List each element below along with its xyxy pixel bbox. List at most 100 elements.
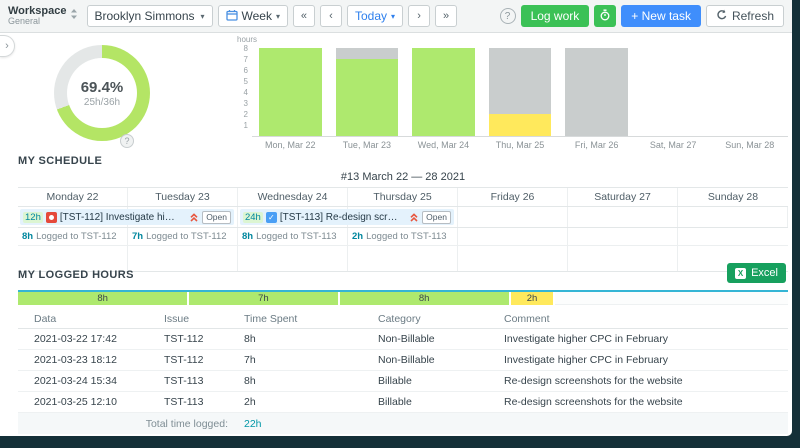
task-title: [TST-112] Investigate higher CPC in Febr… [59,211,179,223]
excel-export-button[interactable]: Excel [727,263,786,283]
bar-day-0 [259,48,322,136]
logged-cell [458,228,568,245]
bar-segment [335,48,399,59]
nav-next-button[interactable]: › [408,5,431,27]
day-header: Monday 22 [18,188,128,206]
hours-bar: 8h 7h 8h 2h [18,292,789,305]
cell-category: Billable [378,375,412,387]
refresh-button[interactable]: Refresh [705,5,784,27]
task-bar-tst-113[interactable]: 24h [TST-113] Re-design screenshots for … [239,209,454,225]
task-estimate: 24h [242,211,263,223]
chart-plot: 1 2 3 4 5 6 7 8 [236,44,788,137]
priority-highest-icon [189,212,199,223]
logged-hours: 7h [132,231,144,242]
day-header: Friday 26 [458,188,568,206]
workspace-selector[interactable]: Workspace General [8,5,78,27]
table-footer-row: Total time logged: 22h [18,413,788,434]
logged-cell [678,228,788,245]
x-tick-label: Wed, Mar 24 [417,140,470,150]
day-header-row: Monday 22 Tuesday 23 Wednesday 24 Thursd… [18,188,788,206]
hours-segment-0: 8h [18,292,188,305]
chevron-down-icon: ▾ [391,11,396,21]
logged-hours-heading: MY LOGGED HOURS [18,269,134,281]
new-task-button[interactable]: + New task [621,5,701,27]
hours-progress-bar: 8h 7h 8h 2h [18,290,789,305]
task-check-icon [265,211,277,223]
logged-cell: 8h Logged to TST-113 [238,228,348,245]
timer-button[interactable] [594,5,617,27]
app-panel: Workspace General Brooklyn Simmons ▾ Wee… [0,0,792,436]
day-header: Tuesday 23 [128,188,238,206]
help-icon[interactable]: ? [499,8,516,24]
task-estimate: 12h [23,211,43,223]
workspace-sublabel: General [8,16,41,27]
day-header: Wednesday 24 [238,188,348,206]
y-tick-label: 3 [243,99,248,108]
bar-day-1 [335,48,399,136]
period-select-value: Week [241,9,272,23]
nav-prev-button[interactable]: ‹ [319,5,342,27]
grid-cell [18,246,128,271]
cell-comment: Re-design screenshots for the website [504,396,683,408]
column-header: Issue [164,313,190,325]
logged-hours: 2h [352,231,364,242]
stopwatch-icon [599,8,611,24]
hours-segment-empty [555,292,789,305]
task-bar-tst-112[interactable]: 12h [TST-112] Investigate higher CPC in … [20,209,234,225]
table-row: 2021-03-23 18:12 TST-112 7h Non-Billable… [18,350,788,371]
table-row: 2021-03-22 17:42 TST-112 8h Non-Billable… [18,329,788,350]
today-button[interactable]: Today ▾ [346,5,404,27]
y-tick-label: 7 [243,55,248,64]
calendar-icon [225,9,238,24]
cell-issue: TST-112 [164,354,204,366]
priority-highest-icon [409,212,419,223]
cell-time: 7h [244,354,256,366]
user-select[interactable]: Brooklyn Simmons ▾ [86,5,213,27]
period-select[interactable]: Week ▾ [217,5,288,27]
excel-label: Excel [751,267,778,279]
cell-category: Non-Billable [378,333,435,345]
user-select-value: Brooklyn Simmons [94,9,195,23]
progress-summary: 69.4% 25h/36h ? [54,45,154,148]
cell-comment: Investigate higher CPC in February [504,333,668,345]
column-header: Category [378,313,421,325]
task-title: [TST-113] Re-design screenshots for the … [279,211,399,223]
cell-date: 2021-03-24 15:34 [34,375,117,387]
y-tick-label: 6 [243,66,248,75]
grid-cell [128,246,238,271]
cell-time: 8h [244,375,256,387]
cell-date: 2021-03-22 17:42 [34,333,117,345]
progress-ratio: 25h/36h [83,96,121,108]
x-tick-label: Fri, Mar 26 [574,140,619,150]
nav-last-button[interactable]: » [435,5,458,27]
refresh-label: Refresh [731,9,774,23]
cell-category: Non-Billable [378,354,435,366]
logged-cell: 7h Logged to TST-112 [128,228,238,245]
logged-text: Logged to TST-113 [256,231,337,242]
nav-first-button[interactable]: « [292,5,315,27]
content: › 69.4% 25h/36h ? hours 1 2 3 4 5 6 7 8 Mon, Ma… [0,33,792,435]
y-tick-label: 5 [243,77,248,86]
cell-issue: TST-113 [164,396,204,408]
donut-help-icon[interactable]: ? [120,134,134,148]
sidebar-expander[interactable]: › [0,35,15,57]
day-header: Thursday 25 [348,188,458,206]
logged-hours: 8h [242,231,254,242]
bar-day-2 [412,48,475,136]
cell-category: Billable [378,396,412,408]
schedule-heading: MY SCHEDULE [18,155,103,167]
chevron-down-icon: ▾ [275,11,280,21]
logged-text: Logged to TST-112 [146,231,227,242]
empty-row [18,245,788,271]
logged-hours-table: Data Issue Time Spent Category Comment 2… [18,310,788,434]
grid-cell [458,246,568,271]
hours-segment-1: 7h [189,292,338,305]
x-tick-label: Sun, Mar 28 [725,140,775,150]
y-tick-label: 4 [243,88,248,97]
donut-center: 69.4% 25h/36h [67,58,137,128]
grid-cell [568,246,678,271]
cell-issue: TST-112 [164,333,204,345]
log-work-button[interactable]: Log work [520,5,590,27]
bar-segment [335,59,399,136]
bar-segment [259,48,322,136]
